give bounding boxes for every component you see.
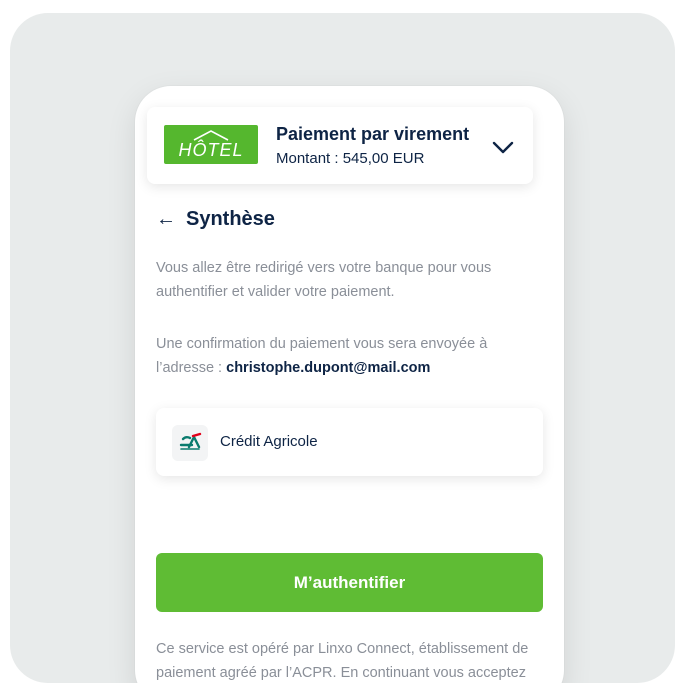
back-arrow-icon[interactable]: ←: [156, 208, 176, 231]
credit-agricole-logo-icon: [172, 425, 208, 461]
chevron-down-icon[interactable]: [492, 141, 514, 155]
confirmation-info-text: Une confirmation du paiement vous sera e…: [156, 332, 548, 380]
phone-screen: HÔTEL Paiement par virement Montant : 54…: [135, 86, 564, 683]
hotel-logo: HÔTEL: [164, 125, 258, 164]
payment-title: Paiement par virement: [276, 124, 470, 144]
background-card: HÔTEL Paiement par virement Montant : 54…: [10, 13, 675, 683]
bank-name: Crédit Agricole: [220, 433, 318, 450]
merchant-summary-card[interactable]: HÔTEL Paiement par virement Montant : 54…: [147, 107, 533, 184]
redirect-info-text: Vous allez être redirigé vers votre banq…: [156, 260, 492, 300]
bank-selection-card[interactable]: Crédit Agricole: [156, 408, 543, 476]
summary-header: ← Synthèse: [156, 208, 275, 231]
page-title: Synthèse: [186, 208, 275, 230]
hotel-logo-text: HÔTEL: [178, 140, 244, 160]
authenticate-button[interactable]: M’authentifier: [156, 553, 543, 612]
payment-amount: Montant : 545,00 EUR: [276, 150, 425, 167]
email-address: christophe.dupont@mail.com: [226, 360, 431, 376]
legal-notice-text: Ce service est opéré par Linxo Connect, …: [156, 641, 529, 681]
